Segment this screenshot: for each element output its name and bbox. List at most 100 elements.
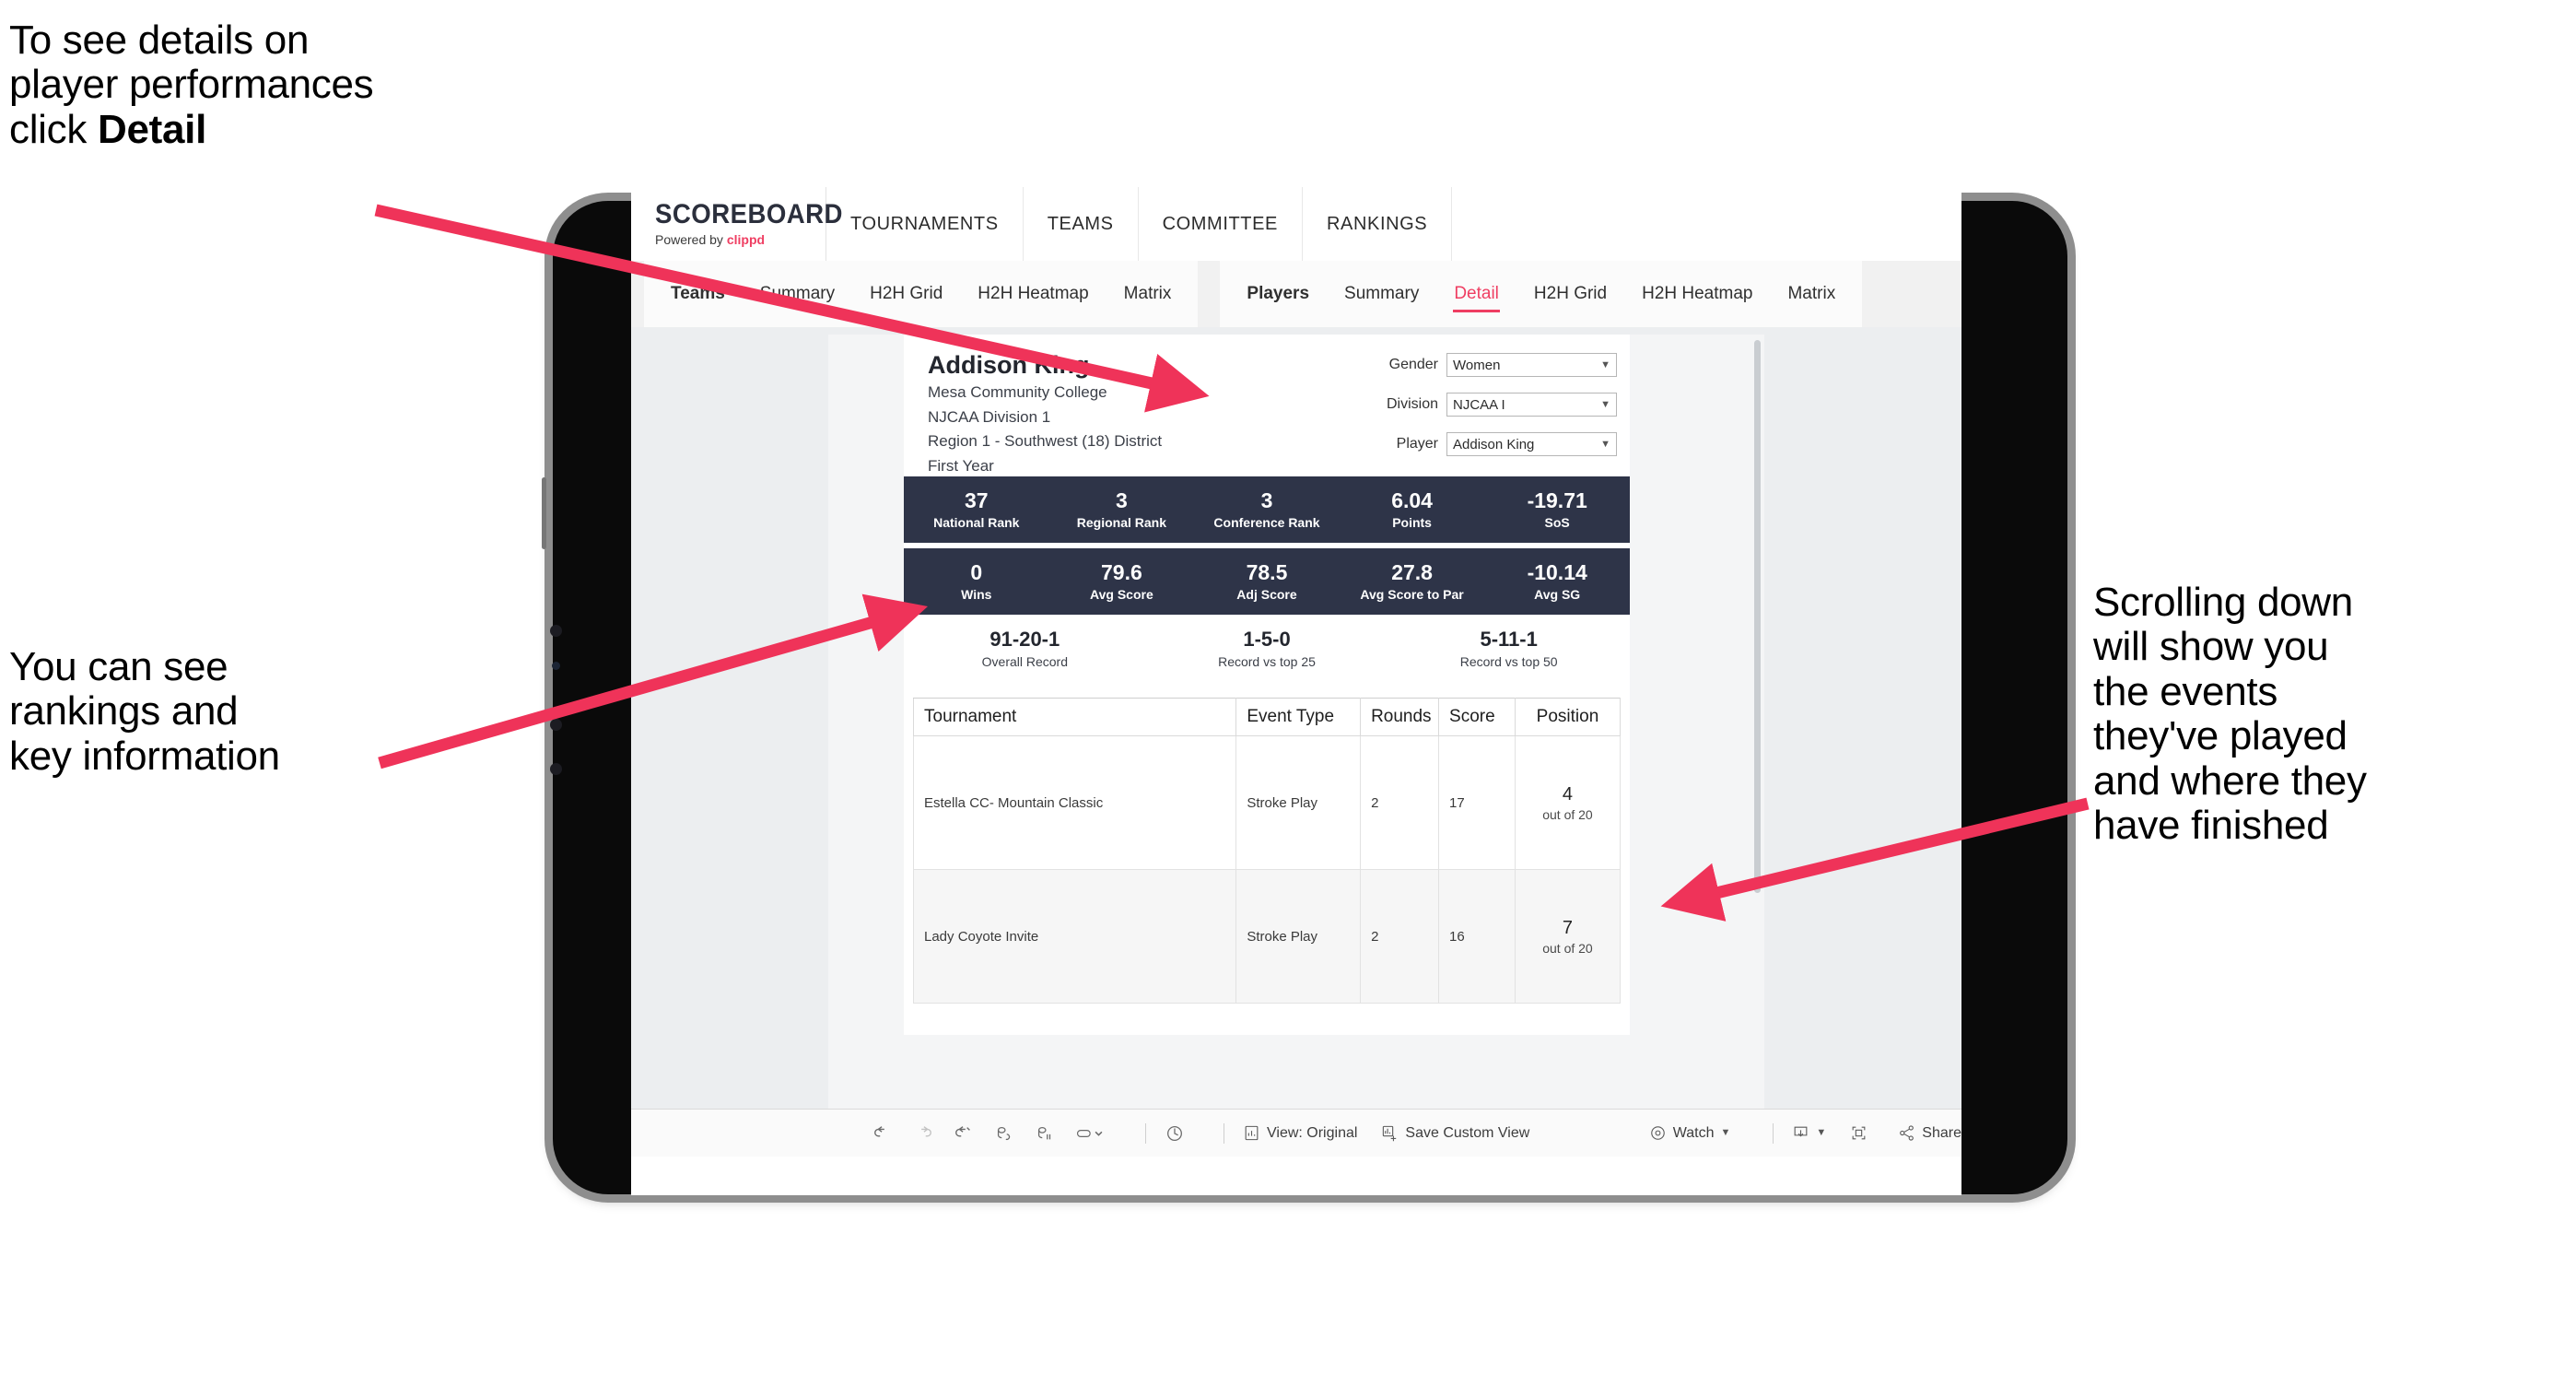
filter-value-player: Addison King [1453,436,1535,452]
cell-event-type: Stroke Play [1235,735,1362,870]
dashboard-canvas: Addison King Mesa Community College NJCA… [631,327,1961,1157]
record-value: 5-11-1 [1480,628,1538,651]
column-header-tournament[interactable]: Tournament [912,698,1237,736]
app-header: SCOREBOARD Powered by clippd TOURNAMENTS… [631,187,1961,262]
filter-select-gender[interactable]: Women ▼ [1446,353,1617,377]
tab-teams[interactable]: Teams [653,261,743,327]
cell-score: 16 [1438,869,1516,1004]
primary-nav: TOURNAMENTS TEAMS COMMITTEE RANKINGS [826,187,1453,261]
events-table: Tournament Event Type Rounds Score Posit… [912,698,1622,1004]
filter-value-division: NJCAA I [1453,396,1505,413]
position-number: 4 [1562,784,1574,805]
tab-group-teams: Teams Summary H2H Grid H2H Heatmap Matri… [644,261,1199,327]
cell-rounds: 2 [1360,869,1440,1004]
nav-item-committee[interactable]: COMMITTEE [1139,187,1303,261]
stat-value: -19.71 [1527,487,1587,512]
viz-toolbar: View: Original Save Custom View Watch ▼ [631,1109,1961,1157]
chevron-down-icon: ▼ [1720,1127,1731,1138]
tab-players-summary[interactable]: Summary [1327,261,1436,327]
tablet-sensor-dot-3 [550,763,562,775]
save-custom-view-button[interactable]: Save Custom View [1381,1124,1529,1142]
tab-players-matrix[interactable]: Matrix [1770,261,1853,327]
powered-by-text: Powered by [655,232,727,247]
chevron-down-icon: ▼ [1600,438,1610,450]
stat-value: 37 [965,487,989,512]
stats-bar-rankings: 37 National Rank 3 Regional Rank 3 Confe… [904,476,1630,543]
view-original-button[interactable]: View: Original [1243,1124,1357,1142]
undo-icon[interactable] [872,1123,893,1144]
table-row[interactable]: Estella CC- Mountain Classic Stroke Play… [912,735,1622,870]
share-button[interactable]: Share [1898,1124,1961,1142]
stat-label: National Rank [933,515,1020,531]
redo-icon[interactable] [913,1123,933,1144]
nav-item-rankings[interactable]: RANKINGS [1303,187,1453,261]
column-header-position[interactable]: Position [1514,698,1622,736]
player-name: Addison King [928,351,1090,379]
stat-value: 3 [1115,487,1128,512]
revert-icon[interactable] [954,1123,974,1144]
pause-data-icon[interactable] [1035,1123,1055,1144]
stat-points: 6.04 Points [1340,488,1485,531]
tab-teams-h2h-grid[interactable]: H2H Grid [852,261,960,327]
stat-label: SoS [1544,515,1570,531]
tab-players[interactable]: Players [1229,261,1327,327]
tab-teams-h2h-heatmap[interactable]: H2H Heatmap [960,261,1106,327]
stat-value: 27.8 [1391,559,1433,584]
stat-avg-sg: -10.14 Avg SG [1484,559,1630,603]
column-header-score[interactable]: Score [1438,698,1516,736]
player-identity-block: Addison King Mesa Community College NJCA… [928,351,1162,477]
stat-value: 79.6 [1101,559,1142,584]
tab-group-players: Players Summary Detail H2H Grid H2H Heat… [1220,261,1863,327]
toolbar-divider [1145,1122,1146,1144]
record-overall: 91-20-1 Overall Record [904,628,1146,669]
view-original-label: View: Original [1267,1124,1358,1141]
cell-position: 4 out of 20 [1514,735,1622,870]
table-row[interactable]: Lady Coyote Invite Stroke Play 2 16 7 ou… [912,869,1622,1004]
filter-select-division[interactable]: NJCAA I ▼ [1446,393,1617,417]
nav-item-tournaments[interactable]: TOURNAMENTS [826,187,1024,261]
stat-label: Wins [961,587,992,603]
brand-logo[interactable]: SCOREBOARD Powered by clippd [631,187,842,261]
nav-item-teams[interactable]: TEAMS [1024,187,1139,261]
pause-auto-update-icon[interactable] [1165,1123,1185,1144]
cell-tournament: Estella CC- Mountain Classic [912,735,1237,870]
tablet-device-frame: SCOREBOARD Powered by clippd TOURNAMENTS… [542,187,2067,1195]
records-row: 91-20-1 Overall Record 1-5-0 Record vs t… [904,628,1630,669]
cell-rounds: 2 [1360,735,1440,870]
watch-button[interactable]: Watch ▼ [1649,1124,1731,1142]
cell-score: 17 [1438,735,1516,870]
pan-dropdown-icon[interactable] [1075,1123,1107,1144]
position-number: 7 [1562,918,1574,938]
tab-teams-summary[interactable]: Summary [743,261,852,327]
stat-wins: 0 Wins [904,560,1049,603]
player-division: NJCAA Division 1 [928,407,1051,426]
player-class-year: First Year [928,457,994,476]
column-header-event-type[interactable]: Event Type [1235,698,1362,736]
table-header-row: Tournament Event Type Rounds Score Posit… [912,698,1622,736]
toolbar-divider [1773,1122,1774,1144]
refresh-data-icon[interactable] [994,1123,1014,1144]
record-vs-top-25: 1-5-0 Record vs top 25 [1146,628,1388,669]
vertical-scrollbar[interactable] [1754,340,1761,893]
tab-players-h2h-grid[interactable]: H2H Grid [1516,261,1624,327]
stat-avg-score: 79.6 Avg Score [1049,559,1195,603]
stat-sos: -19.71 SoS [1484,487,1630,531]
fullscreen-button[interactable] [1850,1124,1874,1142]
record-label: Record vs top 25 [1218,654,1316,670]
stat-regional-rank: 3 Regional Rank [1049,487,1195,531]
stat-value: 3 [1260,487,1273,512]
stat-label: Avg Score to Par [1360,587,1464,603]
record-label: Record vs top 50 [1459,654,1558,670]
record-value: 1-5-0 [1243,628,1291,651]
cell-position: 7 out of 20 [1514,869,1622,1004]
column-header-rounds[interactable]: Rounds [1360,698,1440,736]
stat-label: Avg Score [1090,587,1153,603]
stat-national-rank: 37 National Rank [904,487,1049,531]
filter-select-player[interactable]: Addison King ▼ [1446,432,1617,456]
download-button[interactable]: ▼ [1792,1124,1826,1142]
tab-players-detail[interactable]: Detail [1436,261,1516,327]
chevron-down-icon: ▼ [1600,398,1610,410]
tab-players-h2h-heatmap[interactable]: H2H Heatmap [1624,261,1770,327]
tab-teams-matrix[interactable]: Matrix [1107,261,1189,327]
stat-value: -10.14 [1527,559,1587,584]
